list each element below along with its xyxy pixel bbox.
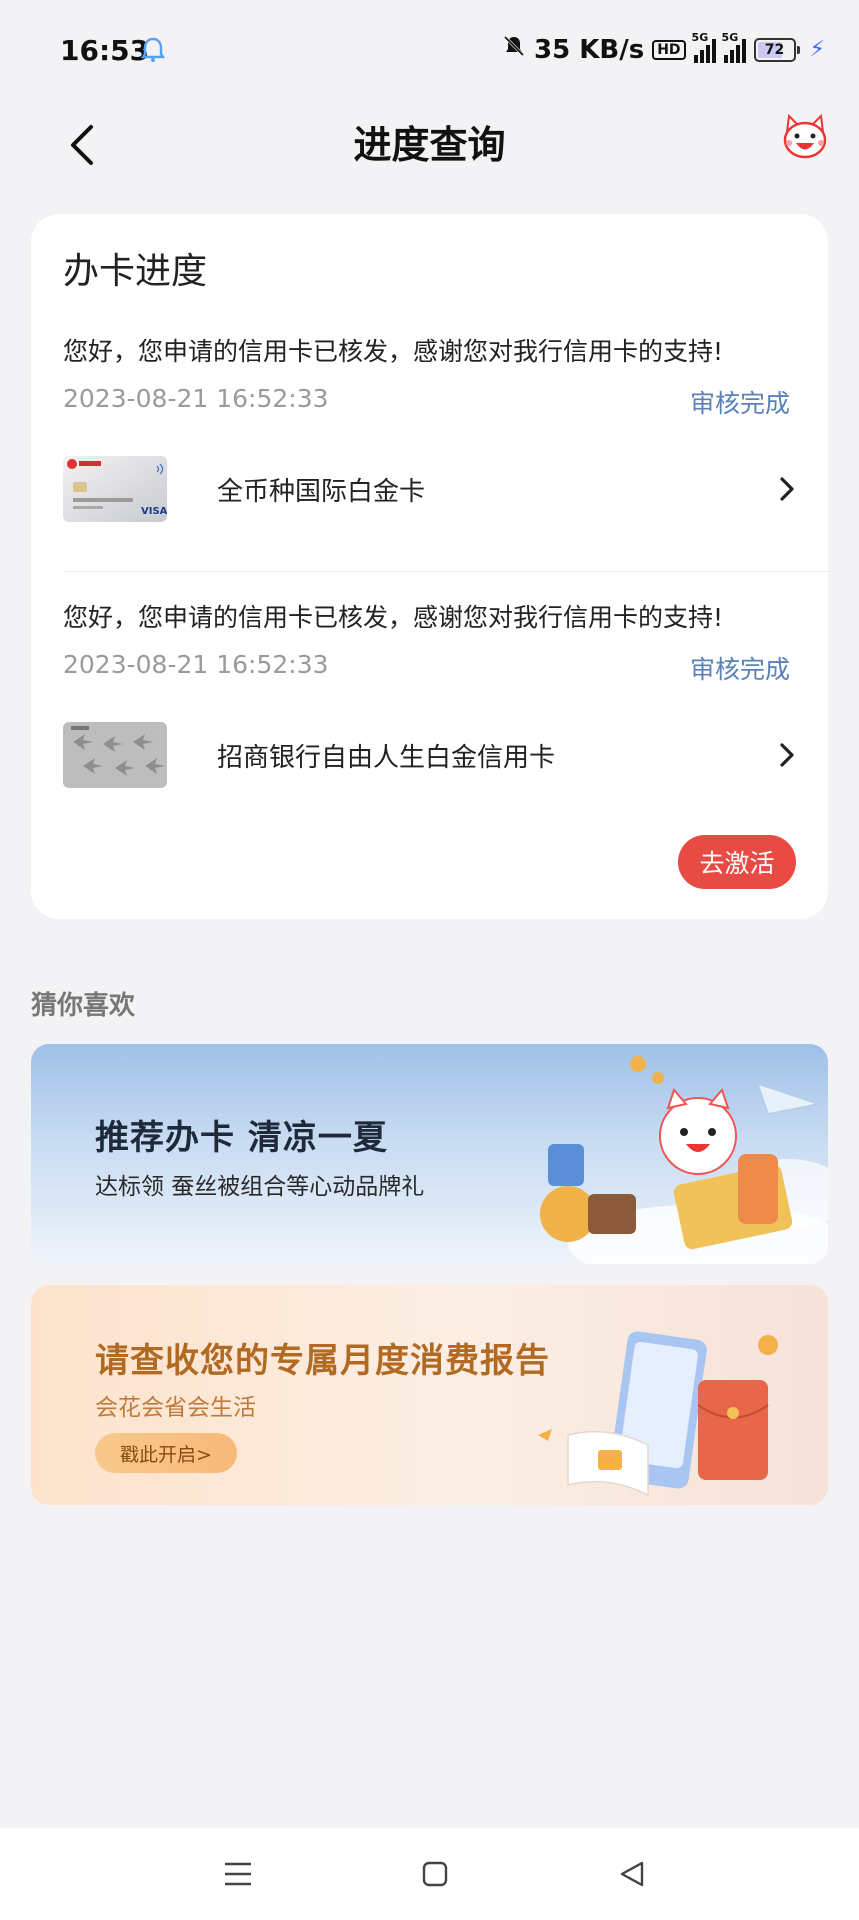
credit-card-thumbnail	[63, 722, 167, 788]
card-name: 招商银行自由人生白金信用卡	[217, 742, 556, 773]
application-time: 2023-08-21 16:52:33	[63, 384, 329, 413]
system-nav-bar	[0, 1828, 859, 1920]
sim1-label: 5G	[691, 30, 709, 44]
chevron-right-icon	[780, 477, 794, 501]
section-title: 猜你喜欢	[31, 991, 136, 1021]
report-phone-illustration	[538, 1331, 778, 1497]
card-name: 全币种国际白金卡	[217, 476, 426, 507]
report-banner[interactable]: 请查收您的专属月度消费报告 会花会省会生活 戳此开启>	[31, 1285, 828, 1505]
home-button[interactable]	[413, 1852, 457, 1896]
application-item: 您好，您申请的信用卡已核发，感谢您对我行信用卡的支持! 2023-08-21 1…	[63, 332, 808, 420]
sim2-label: 5G	[721, 30, 739, 44]
application-time: 2023-08-21 16:52:33	[63, 650, 329, 679]
signal-icon-2: 5G	[722, 31, 746, 63]
header: 进度查询	[0, 100, 859, 210]
status-bar: 16:53 35 KB/s HD 5G 5G 72 ⚡	[0, 0, 859, 100]
application-item: 您好，您申请的信用卡已核发，感谢您对我行信用卡的支持! 2023-08-21 1…	[63, 598, 808, 686]
open-report-button[interactable]: 戳此开启>	[95, 1433, 237, 1473]
divider	[63, 571, 830, 572]
banner-title: 推荐办卡 清凉一夏	[95, 1118, 388, 1158]
status-time: 16:53	[60, 34, 150, 67]
status-indicators: 35 KB/s HD 5G 5G 72 ⚡	[502, 31, 825, 65]
net-speed: 35 KB/s	[534, 34, 645, 65]
banner-subtitle: 达标领 蚕丝被组合等心动品牌礼	[95, 1174, 425, 1200]
card-title: 办卡进度	[63, 251, 208, 292]
mute-icon	[502, 34, 526, 65]
card-row[interactable]: 招商银行自由人生白金信用卡	[63, 720, 808, 790]
back-nav-button[interactable]	[610, 1852, 654, 1896]
promo-banner-card[interactable]: 推荐办卡 清凉一夏 达标领 蚕丝被组合等心动品牌礼	[31, 1044, 828, 1264]
credit-card-thumbnail: VISA	[63, 456, 167, 522]
hd-badge: HD	[652, 39, 686, 60]
chevron-right-icon	[780, 743, 794, 767]
activate-button[interactable]: 去激活	[678, 835, 796, 889]
cat-mascot-icon[interactable]	[779, 112, 831, 164]
card-row[interactable]: VISA 全币种国际白金卡	[63, 454, 808, 524]
progress-card: 办卡进度 您好，您申请的信用卡已核发，感谢您对我行信用卡的支持! 2023-08…	[31, 214, 830, 919]
home-square-icon	[422, 1861, 448, 1887]
battery-icon: 72	[753, 37, 800, 62]
signal-icon: 5G	[692, 31, 716, 63]
battery-level: 72	[764, 41, 785, 58]
mascot-travel-illustration	[540, 1056, 828, 1264]
banner-subtitle: 会花会省会生活	[95, 1395, 256, 1421]
menu-button[interactable]	[216, 1852, 260, 1896]
banner-title: 请查收您的专属月度消费报告	[95, 1341, 550, 1381]
svg-text:VISA: VISA	[141, 506, 167, 517]
application-status: 审核完成	[689, 655, 790, 684]
back-triangle-icon	[620, 1861, 644, 1887]
qq-bell-icon	[140, 36, 166, 68]
menu-icon	[225, 1862, 251, 1886]
application-message: 您好，您申请的信用卡已核发，感谢您对我行信用卡的支持!	[63, 337, 724, 366]
application-message: 您好，您申请的信用卡已核发，感谢您对我行信用卡的支持!	[63, 603, 724, 632]
charging-icon: ⚡	[809, 37, 825, 62]
application-status: 审核完成	[689, 389, 790, 418]
page-title: 进度查询	[353, 123, 506, 167]
